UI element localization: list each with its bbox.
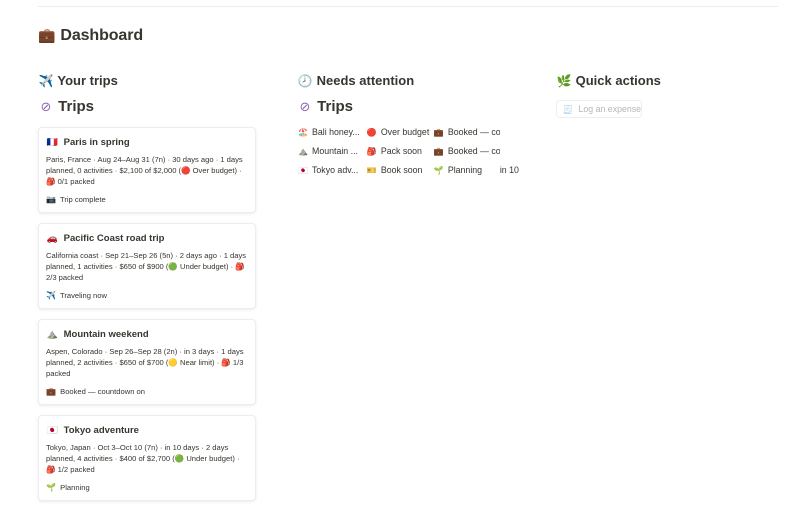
trip-card-title: ⛰️ Mountain weekend <box>46 327 248 342</box>
trips-view-title[interactable]: ⊘ Trips <box>38 97 260 117</box>
attention-trip-cell: 🇯🇵 Tokyo adv... <box>297 165 366 175</box>
attention-trip-cell: ⛰️ Mountain ... <box>297 146 366 156</box>
briefcase-icon: 💼 <box>46 387 56 396</box>
attention-view-title-label: Trips <box>317 98 354 115</box>
japan-flag-icon: 🇯🇵 <box>46 426 59 436</box>
page-title: 💼 Dashboard <box>38 27 143 45</box>
quick-actions-header: 🌿 Quick actions <box>556 72 756 90</box>
attention-trip-name: Tokyo adv... <box>312 164 359 175</box>
log-expense-button[interactable]: 🧾 Log an expense <box>556 100 642 118</box>
attention-trip-cell: 🏖️ Bali honey... <box>297 127 366 137</box>
trip-status: 📷 Trip complete <box>46 195 248 204</box>
japan-flag-icon: 🇯🇵 <box>298 165 308 175</box>
log-expense-label: Log an expense <box>578 104 642 114</box>
attention-flag: Over budget <box>380 126 430 137</box>
trips-view-title-label: Trips <box>58 98 95 115</box>
trip-status-label: Traveling now <box>59 291 107 300</box>
trip-name: Mountain weekend <box>63 329 149 340</box>
attention-list: 🏖️ Bali honey... 🔴 Over budget 💼 Booked — c… <box>297 122 537 179</box>
your-trips-header: ✈️ Your trips <box>38 72 260 90</box>
needs-attention-column: 🕗 Needs attention ⊘ Trips 🏖️ Bali honey..… <box>297 72 537 179</box>
airplane-icon: ✈️ <box>38 74 54 88</box>
attention-extra: in 10 <box>499 164 519 175</box>
camera-icon: 📷 <box>46 195 56 204</box>
attention-status: Booked — count <box>447 145 500 156</box>
attention-view-title[interactable]: ⊘ Trips <box>297 97 537 117</box>
attention-flag: Book soon <box>380 164 423 175</box>
trip-name: Tokyo adventure <box>63 425 139 436</box>
trip-card-title: 🚗 Pacific Coast road trip <box>46 231 248 246</box>
receipt-icon: 🧾 <box>563 105 573 114</box>
attention-flag-cell: 🎒 Pack soon <box>366 146 433 156</box>
attention-flag: Pack soon <box>380 145 422 156</box>
attention-trip-name: Mountain ... <box>312 145 358 156</box>
trip-meta: California coast · Sep 21–Sep 26 (5n) · … <box>46 251 247 282</box>
ticket-icon: 🎫 <box>366 165 377 175</box>
trip-status-label: Planning <box>60 483 90 492</box>
airplane-icon: ✈️ <box>46 291 56 300</box>
attention-row[interactable]: ⛰️ Mountain ... 🎒Pack soon 💼Booked — coun… <box>297 141 537 160</box>
attention-row[interactable]: 🇯🇵 Tokyo adv... 🎫 Book soon 🌱 Planning in 1… <box>297 160 537 179</box>
attention-flag-cell: 🔴 Over budget <box>366 127 433 137</box>
beach-icon: 🏖️ <box>298 127 308 137</box>
attention-row[interactable]: 🏖️ Bali honey... 🔴 Over budget 💼 Booked — c… <box>297 122 537 141</box>
seedling-icon: 🌱 <box>46 483 56 492</box>
red-circle-icon: 🔴 <box>366 127 377 137</box>
mountain-icon: ⛰️ <box>298 146 308 156</box>
trip-status-label: Trip complete <box>59 195 106 204</box>
trip-meta: Tokyo, Japan · Oct 3–Oct 10 (7n) · in 10… <box>46 443 240 474</box>
attention-status-cell: 🌱 Planning <box>433 165 500 175</box>
needs-attention-header-label: Needs attention <box>316 73 415 88</box>
trip-card-title: 🇯🇵 Tokyo adventure <box>46 423 248 438</box>
trip-card[interactable]: 🚗 Pacific Coast road trip California coa… <box>38 223 256 309</box>
seedling-icon: 🌱 <box>433 165 444 175</box>
car-icon: 🚗 <box>46 234 59 244</box>
trip-status: ✈️ Traveling now <box>46 291 248 300</box>
trips-database-icon: ⊘ <box>299 100 311 115</box>
mountain-icon: ⛰️ <box>46 330 59 340</box>
trip-status-label: Booked — countdown on <box>60 387 145 396</box>
page-title-text: Dashboard <box>60 27 144 44</box>
trip-card-title: 🇫🇷 Paris in spring <box>46 135 248 150</box>
trip-card[interactable]: 🇯🇵 Tokyo adventure Tokyo, Japan · Oct 3–… <box>38 415 256 501</box>
trip-name: Paris in spring <box>63 137 130 148</box>
attention-status: Booked — cou <box>447 126 500 137</box>
herb-icon: 🌿 <box>556 74 572 88</box>
clock-icon: 🕗 <box>297 74 313 88</box>
briefcase-icon: 💼 <box>433 146 444 156</box>
briefcase-icon: 💼 <box>433 127 444 137</box>
your-trips-column: ✈️ Your trips ⊘ Trips 🇫🇷 Paris in spring… <box>38 72 260 511</box>
attention-status-cell: 💼Booked — count <box>433 146 500 156</box>
trip-cards: 🇫🇷 Paris in spring Paris, France · Aug 2… <box>38 127 260 501</box>
trip-status: 💼 Booked — countdown on <box>46 387 248 396</box>
trip-card[interactable]: 🇫🇷 Paris in spring Paris, France · Aug 2… <box>38 127 256 213</box>
briefcase-icon: 💼 <box>38 28 56 44</box>
quick-actions-header-label: Quick actions <box>575 73 661 88</box>
attention-status-cell: 💼 Booked — cou <box>433 127 500 137</box>
attention-flag-cell: 🎫 Book soon <box>366 165 433 175</box>
top-divider <box>38 6 778 7</box>
your-trips-header-label: Your trips <box>57 73 118 88</box>
trip-card[interactable]: ⛰️ Mountain weekend Aspen, Colorado · Se… <box>38 319 256 405</box>
quick-actions-column: 🌿 Quick actions 🧾 Log an expense <box>556 72 756 118</box>
trip-meta: Paris, France · Aug 24–Aug 31 (7n) · 30 … <box>46 155 243 186</box>
trip-status: 🌱 Planning <box>46 483 248 492</box>
france-flag-icon: 🇫🇷 <box>46 138 59 148</box>
trip-name: Pacific Coast road trip <box>63 233 165 244</box>
trips-database-icon: ⊘ <box>40 100 52 115</box>
attention-status: Planning <box>447 164 483 175</box>
trip-meta: Aspen, Colorado · Sep 26–Sep 28 (2n) · i… <box>46 347 244 378</box>
backpack-icon: 🎒 <box>366 146 377 156</box>
attention-trip-name: Bali honey... <box>312 126 360 137</box>
needs-attention-header: 🕗 Needs attention <box>297 72 537 90</box>
